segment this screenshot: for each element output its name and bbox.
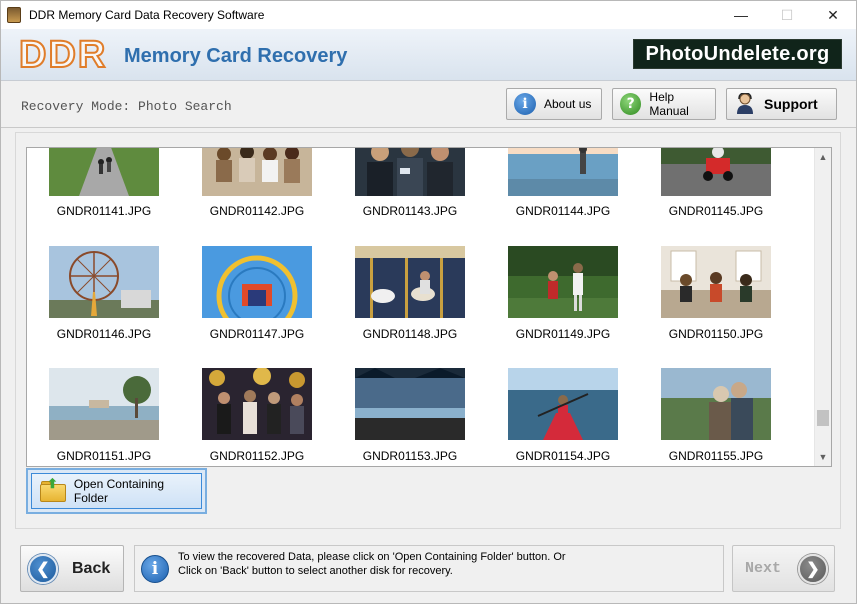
photo-thumbnail[interactable]: GNDR01150.JPG	[651, 246, 781, 356]
recovery-mode-label: Recovery Mode: Photo Search	[21, 99, 232, 114]
photo-image	[508, 368, 618, 440]
ddr-logo: DDR	[18, 33, 108, 77]
photo-filename: GNDR01148.JPG	[362, 327, 458, 341]
photo-filename: GNDR01154.JPG	[515, 449, 611, 463]
photo-image	[202, 148, 312, 196]
photo-image	[355, 148, 465, 196]
photo-image	[661, 368, 771, 440]
about-us-button[interactable]: i About us	[506, 88, 602, 120]
app-window: DDR Memory Card Data Recovery Software —…	[0, 0, 857, 604]
photo-filename: GNDR01152.JPG	[209, 449, 305, 463]
info-icon: i	[141, 555, 169, 583]
photo-filename: GNDR01151.JPG	[56, 449, 152, 463]
back-label: Back	[72, 559, 111, 577]
photo-image	[49, 368, 159, 440]
about-us-label: About us	[544, 97, 592, 111]
open-folder-inner: ⬆ Open Containing Folder	[31, 473, 202, 509]
site-badge: PhotoUndelete.org	[633, 39, 842, 69]
photo-thumbnail[interactable]: GNDR01143.JPG	[345, 148, 475, 258]
info-message: To view the recovered Data, please click…	[178, 550, 718, 578]
photo-thumbnail[interactable]: GNDR01141.JPG	[39, 148, 169, 258]
photo-image	[355, 246, 465, 318]
scroll-down-arrow-icon[interactable]: ▼	[815, 450, 831, 464]
help-manual-label: Help Manual	[649, 90, 689, 118]
minimize-button[interactable]: —	[718, 1, 764, 29]
photo-filename: GNDR01142.JPG	[209, 204, 305, 218]
photo-gallery: GNDR01141.JPG GNDR01142.JPG GNDR01143.JPG G…	[26, 147, 832, 467]
photo-thumbnail[interactable]: GNDR01147.JPG	[192, 246, 322, 356]
next-button: Next ❯	[732, 545, 835, 592]
photo-image	[508, 246, 618, 318]
info-line-2: Click on 'Back' button to select another…	[178, 565, 453, 577]
product-title: Memory Card Recovery	[124, 45, 348, 67]
close-button[interactable]: ✕	[810, 1, 856, 29]
next-arrow-icon: ❯	[798, 554, 828, 584]
back-button[interactable]: ❮ Back	[20, 545, 124, 592]
photo-filename: GNDR01144.JPG	[515, 204, 611, 218]
photo-filename: GNDR01149.JPG	[515, 327, 611, 341]
question-icon: ?	[620, 93, 642, 115]
app-icon	[7, 7, 21, 23]
photo-image	[508, 148, 618, 196]
photo-image	[661, 148, 771, 196]
help-manual-button[interactable]: ? Help Manual	[612, 88, 716, 120]
photo-thumbnail[interactable]: GNDR01154.JPG	[498, 368, 628, 466]
support-button[interactable]: Support	[726, 88, 837, 120]
photo-image	[49, 246, 159, 318]
header-banner: DDR Memory Card Recovery PhotoUndelete.o…	[1, 29, 856, 81]
window-controls: — ☐ ✕	[718, 1, 856, 29]
photo-thumbnail[interactable]: GNDR01151.JPG	[39, 368, 169, 466]
open-folder-label: Open Containing Folder	[73, 477, 164, 505]
photo-filename: GNDR01143.JPG	[362, 204, 458, 218]
scroll-up-arrow-icon[interactable]: ▲	[815, 150, 831, 164]
maximize-button: ☐	[780, 6, 794, 23]
open-containing-folder-button[interactable]: ⬆ Open Containing Folder	[26, 468, 207, 514]
photo-image	[49, 148, 159, 196]
photo-thumbnail[interactable]: GNDR01155.JPG	[651, 368, 781, 466]
photo-thumbnail[interactable]: GNDR01152.JPG	[192, 368, 322, 466]
support-label: Support	[764, 96, 818, 112]
photo-filename: GNDR01146.JPG	[56, 327, 152, 341]
photo-thumbnail[interactable]: GNDR01149.JPG	[498, 246, 628, 356]
window-title: DDR Memory Card Data Recovery Software	[29, 8, 265, 22]
info-message-box: i To view the recovered Data, please cli…	[134, 545, 724, 592]
photo-filename: GNDR01147.JPG	[209, 327, 305, 341]
photo-filename: GNDR01153.JPG	[362, 449, 458, 463]
divider	[1, 127, 856, 128]
info-icon: i	[514, 93, 536, 115]
photo-image	[661, 246, 771, 318]
photo-thumbnail[interactable]: GNDR01153.JPG	[345, 368, 475, 466]
scroll-thumb[interactable]	[817, 410, 829, 426]
photo-filename: GNDR01155.JPG	[668, 449, 764, 463]
vertical-scrollbar[interactable]: ▲ ▼	[814, 148, 831, 466]
support-person-icon	[734, 93, 756, 115]
photo-thumbnail[interactable]: GNDR01142.JPG	[192, 148, 322, 258]
photo-thumbnail[interactable]: GNDR01145.JPG	[651, 148, 781, 258]
back-arrow-icon: ❮	[28, 553, 58, 584]
photo-filename: GNDR01150.JPG	[668, 327, 764, 341]
photo-filename: GNDR01141.JPG	[56, 204, 152, 218]
photo-thumbnail[interactable]: GNDR01148.JPG	[345, 246, 475, 356]
photo-thumbnail[interactable]: GNDR01146.JPG	[39, 246, 169, 356]
next-label: Next	[745, 560, 782, 577]
photo-filename: GNDR01145.JPG	[668, 204, 764, 218]
photo-image	[202, 368, 312, 440]
folder-icon: ⬆	[40, 476, 66, 502]
photo-image	[355, 368, 465, 440]
photo-thumbnail[interactable]: GNDR01144.JPG	[498, 148, 628, 258]
info-line-1: To view the recovered Data, please click…	[178, 551, 566, 563]
title-bar: DDR Memory Card Data Recovery Software —…	[1, 1, 856, 29]
photo-image	[202, 246, 312, 318]
